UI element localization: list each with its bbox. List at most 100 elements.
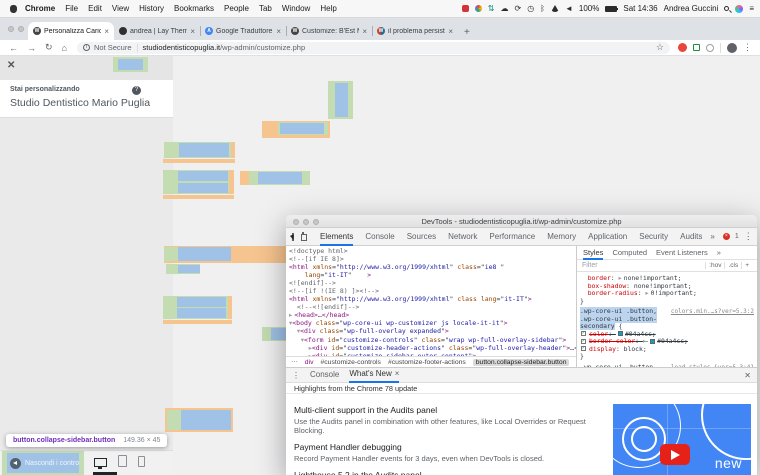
breadcrumb-item[interactable]: #customize-footer-actions <box>388 359 466 366</box>
cloud-icon[interactable] <box>500 5 508 13</box>
dom-line[interactable]: ▾<div class="wp-full-overlay expanded"> <box>289 327 576 335</box>
browser-tab-1[interactable]: WPersonalizza Caricamento...× <box>28 22 114 40</box>
menu-help[interactable]: Help <box>320 4 336 13</box>
drawer-tab-console[interactable]: Console <box>310 367 339 383</box>
desktop-preview-icon[interactable] <box>94 458 107 469</box>
dom-line[interactable]: <!--[if !(IE 8) ]><!--> <box>289 287 576 295</box>
home-icon[interactable]: ⌂ <box>62 43 67 53</box>
class-toggle[interactable]: .cls <box>724 262 741 269</box>
menu-tab[interactable]: Tab <box>259 4 272 13</box>
tab-close-icon[interactable]: × <box>448 27 453 36</box>
css-line[interactable]: } <box>580 297 754 306</box>
help-icon[interactable]: ? <box>132 86 141 95</box>
dom-line[interactable]: ▾<form id="customize-controls" class="wr… <box>289 336 576 344</box>
phone-preview-icon[interactable] <box>138 456 145 467</box>
breadcrumb-ellipsis[interactable]: ⋯ <box>291 358 298 366</box>
menu-file[interactable]: File <box>65 4 78 13</box>
screenshot-extension-icon[interactable] <box>693 44 700 51</box>
bluetooth-icon[interactable] <box>540 5 545 13</box>
browser-tab-5[interactable]: Wil problema persiste - Traduzion...× <box>372 22 458 40</box>
browser-tab-3[interactable]: A Google Traduttore × <box>200 22 286 40</box>
status-app-icon-red[interactable] <box>461 5 469 12</box>
styles-tab-computed[interactable]: Computed <box>612 246 647 260</box>
dom-line[interactable]: lang="it-IT" > <box>289 271 576 279</box>
drawer-menu-icon[interactable]: ⋮ <box>292 371 300 380</box>
browser-tab-4[interactable]: WCustomize: B'Est Movie 2019× <box>286 22 372 40</box>
wifi-icon[interactable] <box>550 5 559 12</box>
dom-line[interactable]: <html xmlns="http://www.w3.org/1999/xhtm… <box>289 263 576 271</box>
dom-line[interactable]: <!--[if IE 8]> <box>289 255 576 263</box>
chrome-menu-icon[interactable]: ⋮ <box>743 42 752 53</box>
menubar-user[interactable]: Andrea Guccini <box>664 4 719 13</box>
dom-line[interactable]: <!--<![endif]--> <box>289 303 576 311</box>
menu-window[interactable]: Window <box>282 4 310 13</box>
devtools-zoom-icon[interactable] <box>313 218 319 225</box>
spotlight-search-icon[interactable] <box>724 6 730 11</box>
time-machine-icon[interactable] <box>527 5 534 13</box>
dom-line[interactable]: ▸ <head>…</head> <box>289 311 576 319</box>
dom-line[interactable]: ▸<div id="customize-header-actions" clas… <box>289 344 576 352</box>
close-customizer-icon[interactable]: ✕ <box>7 60 15 71</box>
styles-tab-»[interactable]: » <box>717 246 721 260</box>
styles-tab-styles[interactable]: Styles <box>583 246 604 260</box>
new-rule-button[interactable]: + <box>741 262 752 269</box>
page-info-icon[interactable] <box>82 44 90 51</box>
menu-history[interactable]: History <box>139 4 164 13</box>
hover-state-toggle[interactable]: :hov <box>705 262 724 269</box>
menu-bookmarks[interactable]: Bookmarks <box>174 4 214 13</box>
drawer-tab-what-s-new[interactable]: What's New × <box>349 366 400 383</box>
close-window-icon[interactable] <box>8 26 14 32</box>
devtools-minimize-icon[interactable] <box>303 218 309 225</box>
inspect-element-icon[interactable] <box>292 232 294 241</box>
new-tab-button[interactable]: + <box>464 27 470 38</box>
devtools-tab-application[interactable]: Application <box>588 228 627 246</box>
close-tab-icon[interactable]: × <box>395 366 400 382</box>
disabled-extension-icon[interactable] <box>706 43 714 52</box>
device-toolbar-icon[interactable] <box>301 232 307 241</box>
devtools-tab-network[interactable]: Network <box>448 228 477 246</box>
whatsnew-video-thumbnail[interactable]: new <box>613 404 751 475</box>
minimize-window-icon[interactable] <box>18 26 24 32</box>
forward-icon[interactable]: → <box>27 43 36 53</box>
youtube-play-icon[interactable] <box>660 444 690 465</box>
filter-input[interactable]: Filter <box>582 262 705 269</box>
profile-avatar[interactable] <box>727 42 737 53</box>
volume-icon[interactable] <box>565 5 573 13</box>
dom-line[interactable]: <html xmlns="http://www.w3.org/1999/xhtm… <box>289 295 576 303</box>
tab-close-icon[interactable]: × <box>190 27 195 36</box>
menu-chrome[interactable]: Chrome <box>25 4 55 13</box>
tablet-preview-icon[interactable] <box>118 455 127 467</box>
breadcrumb-selected[interactable]: button.collapse-sidebar.button <box>472 358 570 366</box>
devtools-tab-elements[interactable]: Elements <box>320 228 354 246</box>
menu-people[interactable]: People <box>224 4 249 13</box>
tab-close-icon[interactable]: × <box>362 27 367 36</box>
devtools-tab-console[interactable]: Console <box>365 228 394 246</box>
back-icon[interactable]: ← <box>9 43 18 53</box>
tab-close-icon[interactable]: × <box>276 27 281 36</box>
address-bar[interactable]: Not Secure studiodentisticopuglia.it /wp… <box>76 41 670 54</box>
tab-close-icon[interactable]: × <box>104 27 109 36</box>
menu-edit[interactable]: Edit <box>88 4 102 13</box>
sync-arrows-icon[interactable] <box>488 5 495 13</box>
browser-tab-2[interactable]: andrea | Lay Theme Forum× <box>114 22 200 40</box>
devtools-menu-icon[interactable]: ⋮ <box>744 231 753 242</box>
apple-icon[interactable] <box>10 4 17 13</box>
css-line[interactable]: border-radius: ▸ 0!important; <box>580 289 754 298</box>
collapse-sidebar-button[interactable]: Nascondi i controlli <box>7 453 79 473</box>
menubar-clock[interactable]: Sat 14:36 <box>623 4 657 13</box>
backup-icon[interactable] <box>514 5 521 13</box>
devtools-titlebar[interactable]: DevTools - studiodentisticopuglia.it/wp-… <box>286 215 757 228</box>
dom-line[interactable]: <![endif]--> <box>289 279 576 287</box>
styles-tab-event-listeners[interactable]: Event Listeners <box>656 246 708 260</box>
adblock-extension-icon[interactable] <box>678 43 687 52</box>
devtools-tab-performance[interactable]: Performance <box>489 228 535 246</box>
devtools-tab-audits[interactable]: Audits <box>680 228 702 246</box>
dom-line[interactable]: <!doctype html> <box>289 247 576 255</box>
error-badge-icon[interactable]: × <box>722 233 730 240</box>
menu-view[interactable]: View <box>112 4 129 13</box>
devtools-close-icon[interactable] <box>293 218 299 225</box>
dom-line[interactable]: ▾<body class="wp-core-ui wp-customizer j… <box>289 319 576 327</box>
siri-icon[interactable] <box>735 4 744 13</box>
css-source-link[interactable]: colors.min.…s?ver=5.3:2 <box>671 308 754 316</box>
close-drawer-icon[interactable]: ✕ <box>744 371 751 380</box>
